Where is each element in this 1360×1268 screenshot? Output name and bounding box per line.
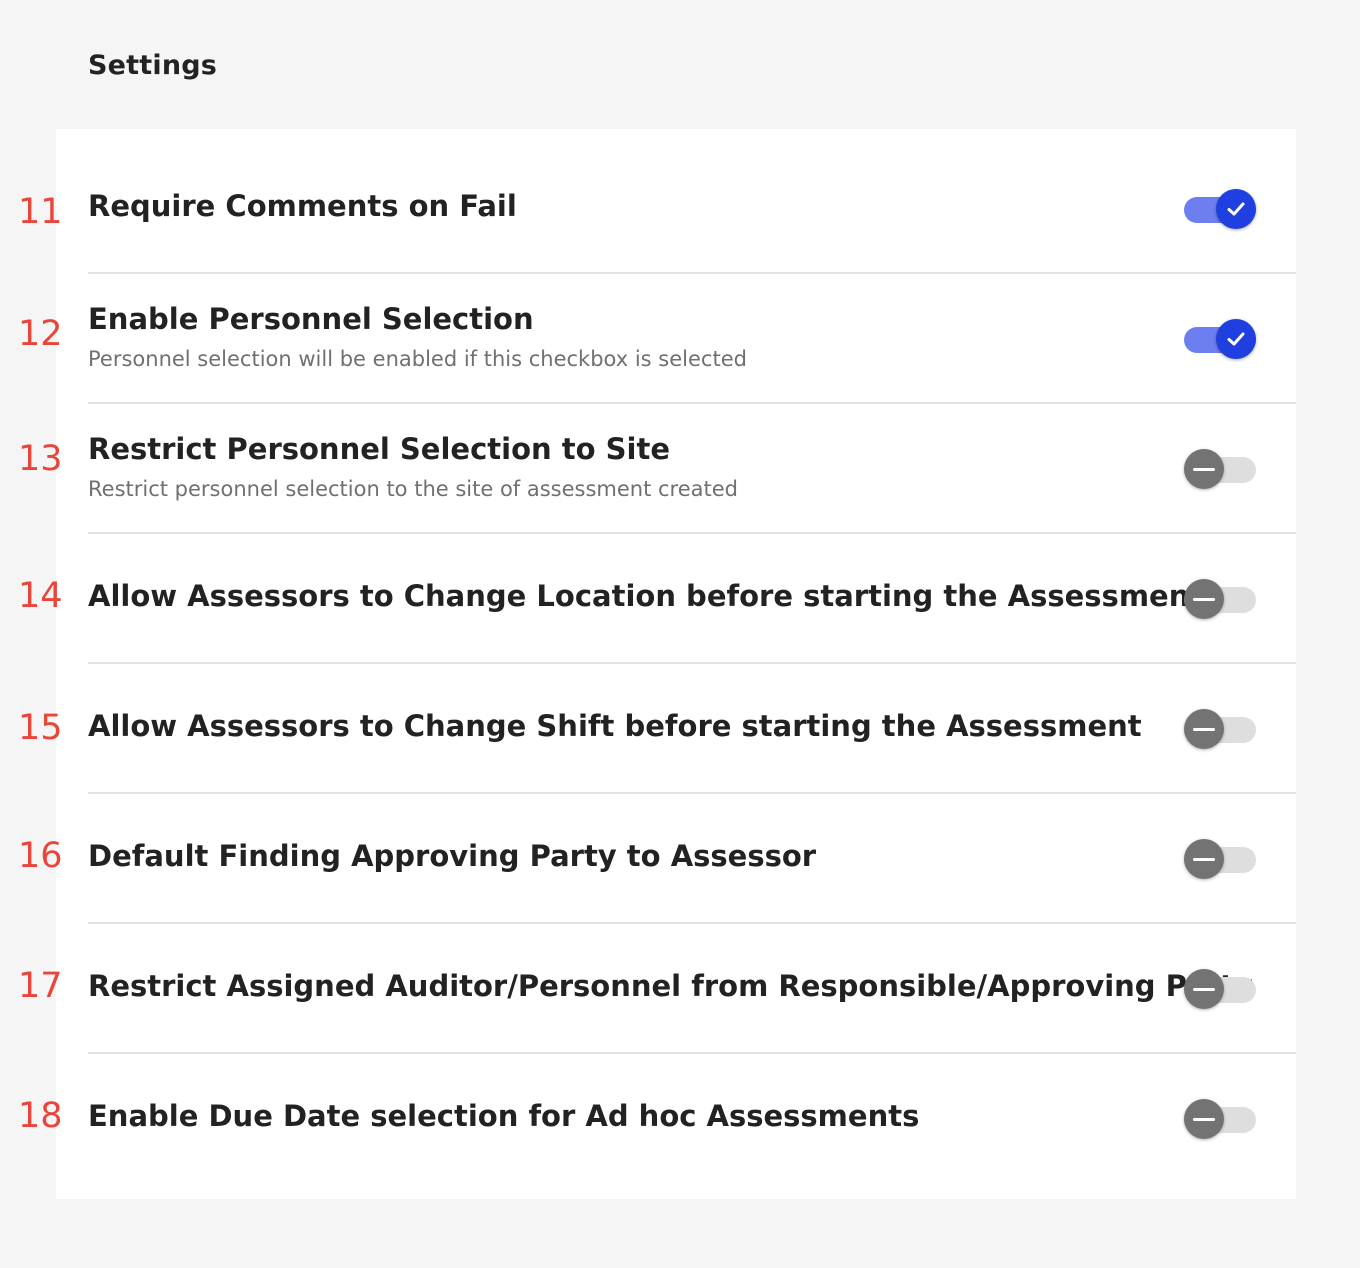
restrict-personnel-site-toggle[interactable]	[1184, 449, 1256, 489]
toggle-knob	[1184, 839, 1224, 879]
setting-row-enable-personnel: 12 Enable Personnel Selection Personnel …	[18, 274, 1296, 404]
setting-title: Restrict Personnel Selection to Site	[88, 432, 670, 466]
row-number: 12	[18, 314, 63, 354]
setting-row-change-shift: 15 Allow Assessors to Change Shift befor…	[18, 664, 1296, 794]
default-approving-party-toggle[interactable]	[1184, 839, 1256, 879]
toggle-knob	[1184, 579, 1224, 619]
page-title: Settings	[88, 50, 218, 81]
setting-row-restrict-assigned-auditor: 17 Restrict Assigned Auditor/Personnel f…	[18, 924, 1296, 1054]
setting-title: Allow Assessors to Change Shift before s…	[88, 709, 1142, 743]
minus-icon	[1193, 1117, 1215, 1121]
row-number: 17	[18, 966, 63, 1006]
toggle-knob	[1184, 709, 1224, 749]
change-location-toggle[interactable]	[1184, 579, 1256, 619]
row-number: 14	[18, 576, 63, 616]
row-number: 11	[18, 192, 63, 232]
setting-title: Default Finding Approving Party to Asses…	[88, 839, 817, 873]
row-number: 18	[18, 1096, 63, 1136]
setting-row-due-date-adhoc: 18 Enable Due Date selection for Ad hoc …	[18, 1054, 1296, 1184]
change-shift-toggle[interactable]	[1184, 709, 1256, 749]
minus-icon	[1193, 597, 1215, 601]
toggle-knob	[1184, 1099, 1224, 1139]
toggle-knob	[1184, 449, 1224, 489]
setting-title: Enable Due Date selection for Ad hoc Ass…	[88, 1099, 920, 1133]
restrict-assigned-auditor-toggle[interactable]	[1184, 969, 1256, 1009]
due-date-adhoc-toggle[interactable]	[1184, 1099, 1256, 1139]
toggle-knob	[1184, 969, 1224, 1009]
setting-row-require-comments: 11 Require Comments on Fail	[18, 129, 1296, 274]
setting-description: Personnel selection will be enabled if t…	[88, 347, 747, 371]
row-number: 13	[18, 439, 63, 479]
enable-personnel-toggle[interactable]	[1184, 319, 1256, 359]
minus-icon	[1193, 467, 1215, 471]
row-number: 15	[18, 708, 63, 748]
minus-icon	[1193, 987, 1215, 991]
setting-title: Require Comments on Fail	[88, 189, 517, 223]
setting-row-restrict-personnel-site: 13 Restrict Personnel Selection to Site …	[18, 404, 1296, 534]
row-number: 16	[18, 836, 63, 876]
toggle-knob	[1216, 319, 1256, 359]
setting-description: Restrict personnel selection to the site…	[88, 477, 739, 501]
minus-icon	[1193, 727, 1215, 731]
setting-title: Allow Assessors to Change Location befor…	[88, 579, 1204, 613]
setting-row-change-location: 14 Allow Assessors to Change Location be…	[18, 534, 1296, 664]
require-comments-toggle[interactable]	[1184, 189, 1256, 229]
setting-title: Enable Personnel Selection	[88, 302, 534, 336]
settings-panel: 11 Require Comments on Fail 12 Enable Pe…	[18, 129, 1296, 1199]
toggle-knob	[1216, 189, 1256, 229]
setting-title: Restrict Assigned Auditor/Personnel from…	[88, 969, 1253, 1003]
setting-row-default-approving-party: 16 Default Finding Approving Party to As…	[18, 794, 1296, 924]
check-icon	[1227, 202, 1245, 216]
minus-icon	[1193, 857, 1215, 861]
check-icon	[1227, 332, 1245, 346]
